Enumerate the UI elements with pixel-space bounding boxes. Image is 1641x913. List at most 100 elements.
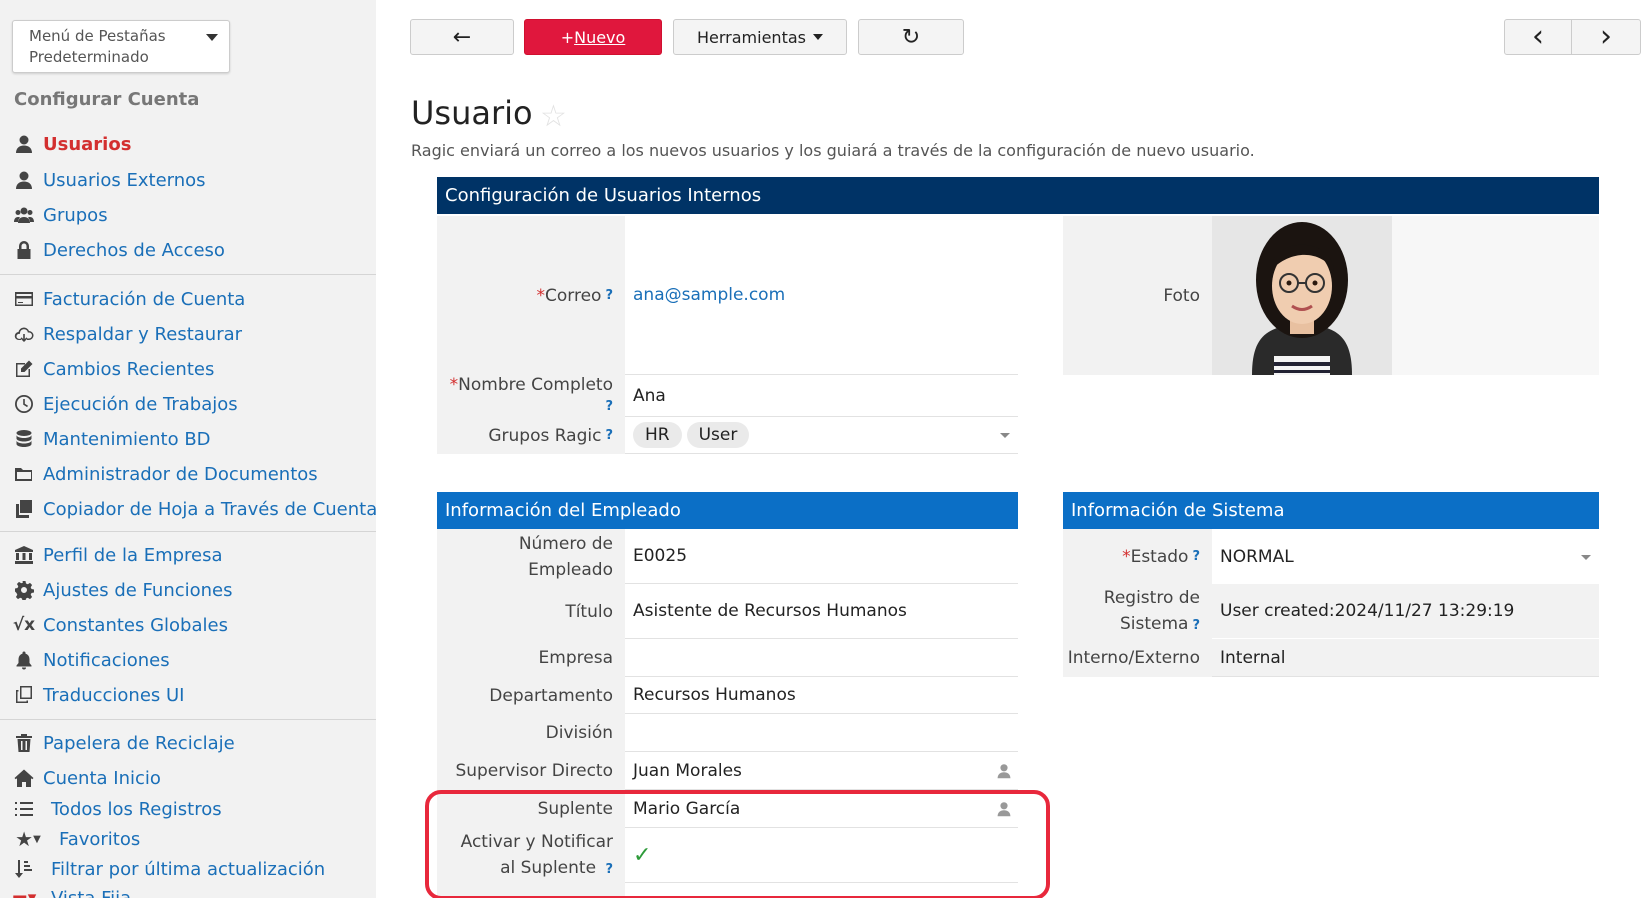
- back-button[interactable]: ←: [410, 19, 514, 55]
- internal-external-field: Internal: [1212, 639, 1599, 677]
- employee-number-field[interactable]: E0025: [625, 529, 1018, 584]
- caret-down-icon: [812, 34, 823, 40]
- groups-field[interactable]: HR User: [625, 417, 1018, 454]
- sidebar-item-facturacion[interactable]: Facturación de Cuenta: [13, 285, 245, 313]
- next-record-button[interactable]: ›: [1571, 19, 1641, 55]
- sidebar-item-notificaciones[interactable]: Notificaciones: [13, 646, 170, 674]
- sidebar-item-administrador-documentos[interactable]: Administrador de Documentos: [13, 460, 318, 488]
- sidebar-item-perfil-empresa[interactable]: Perfil de la Empresa: [13, 541, 223, 569]
- sidebar-item-filtrar-actualizacion[interactable]: Filtrar por última actualización: [13, 855, 325, 883]
- fullname-value[interactable]: Ana: [633, 386, 666, 406]
- sidebar-item-mantenimiento-bd[interactable]: Mantenimiento BD: [13, 425, 211, 453]
- sidebar-item-grupos[interactable]: Grupos: [13, 201, 108, 229]
- sidebar-item-label: Copiador de Hoja a Través de Cuenta: [43, 498, 376, 520]
- system-log-value: User created:2024/11/27 13:29:19: [1220, 601, 1515, 621]
- group-chip[interactable]: User: [686, 422, 750, 448]
- sidebar-item-label: Cuenta Inicio: [43, 767, 161, 789]
- chevron-right-icon: ›: [1600, 19, 1612, 54]
- caret-down-icon[interactable]: [1581, 554, 1591, 560]
- sidebar-item-cuenta-inicio[interactable]: Cuenta Inicio: [13, 764, 161, 792]
- division-label: División: [437, 714, 625, 752]
- sidebar-item-usuarios[interactable]: Usuarios: [13, 130, 131, 158]
- sidebar-item-label: Facturación de Cuenta: [43, 288, 246, 310]
- new-prefix: +: [560, 27, 575, 47]
- sidebar-item-vista-fija[interactable]: ▬▾ Vista Fija: [12, 884, 131, 899]
- cloud-download-icon: [13, 323, 35, 345]
- sidebar-item-copiador-hoja[interactable]: Copiador de Hoja a Través de Cuenta: [13, 495, 376, 523]
- sidebar-item-papelera[interactable]: Papelera de Reciclaje: [13, 729, 235, 757]
- photo-field-space: [1392, 216, 1599, 375]
- help-icon[interactable]: ?: [1192, 618, 1200, 633]
- sidebar-item-constantes-globales[interactable]: √x Constantes Globales: [13, 611, 228, 639]
- refresh-button[interactable]: ↻: [858, 19, 964, 55]
- sidebar-item-label: Administrador de Documentos: [43, 463, 318, 485]
- favorite-star-icon[interactable]: ☆: [540, 100, 567, 134]
- fullname-label-text: Nombre Completo: [458, 375, 613, 395]
- refresh-icon: ↻: [901, 24, 921, 50]
- sidebar-item-label: Papelera de Reciclaje: [43, 732, 235, 754]
- bell-icon: [13, 649, 35, 671]
- previous-record-button[interactable]: ‹: [1504, 19, 1572, 55]
- fullname-field[interactable]: Ana: [625, 375, 1018, 417]
- folder-icon: [13, 463, 35, 485]
- tools-dropdown-button[interactable]: Herramientas: [673, 19, 847, 55]
- list-icon: [13, 798, 35, 820]
- help-icon[interactable]: ?: [605, 399, 613, 414]
- sidebar-item-derechos-de-acceso[interactable]: Derechos de Acceso: [13, 236, 225, 264]
- database-icon: [13, 428, 35, 450]
- title-value[interactable]: Asistente de Recursos Humanos: [633, 601, 907, 621]
- supervisor-field[interactable]: Juan Morales: [625, 752, 1018, 790]
- title-field[interactable]: Asistente de Recursos Humanos: [625, 584, 1018, 639]
- sidebar-item-ajustes-funciones[interactable]: Ajustes de Funciones: [13, 576, 233, 604]
- sidebar-item-label: Notificaciones: [43, 649, 170, 671]
- edit-icon: [13, 358, 35, 380]
- employee-number-value[interactable]: E0025: [633, 546, 687, 566]
- portrait-image: [1212, 216, 1392, 375]
- sidebar-item-respaldar[interactable]: Respaldar y Restaurar: [13, 320, 242, 348]
- sidebar-item-label: Respaldar y Restaurar: [43, 323, 243, 345]
- new-record-button[interactable]: + Nuevo: [524, 19, 662, 55]
- lock-icon: [13, 239, 35, 261]
- user-picker-icon[interactable]: [996, 763, 1012, 779]
- help-icon[interactable]: ?: [605, 423, 613, 449]
- email-label: * Correo?: [437, 216, 625, 375]
- caret-down-icon[interactable]: [1000, 433, 1010, 438]
- status-value[interactable]: NORMAL: [1220, 547, 1294, 567]
- title-label: Título: [437, 584, 625, 639]
- home-icon: [13, 767, 35, 789]
- company-field[interactable]: [625, 639, 1018, 677]
- tab-menu-dropdown[interactable]: Menú de Pestañas Predeterminado: [12, 20, 230, 73]
- sidebar-item-ejecucion[interactable]: Ejecución de Trabajos: [13, 390, 238, 418]
- help-icon[interactable]: ?: [605, 283, 613, 309]
- user-photo[interactable]: [1212, 216, 1392, 375]
- sort-icon: [13, 858, 35, 880]
- group-chip[interactable]: HR: [633, 422, 682, 448]
- divider: [0, 531, 376, 532]
- user-icon: [13, 133, 35, 155]
- sidebar-item-usuarios-externos[interactable]: Usuarios Externos: [13, 166, 206, 194]
- department-field[interactable]: Recursos Humanos: [625, 677, 1018, 714]
- division-label-text: División: [545, 723, 613, 743]
- sidebar-item-label: Ejecución de Trabajos: [43, 393, 238, 415]
- star-filter-icon: ★ ▼: [15, 827, 41, 851]
- email-value[interactable]: ana@sample.com: [633, 285, 785, 305]
- fullname-label: *Nombre Completo?: [437, 375, 625, 417]
- division-field[interactable]: [625, 714, 1018, 752]
- help-icon[interactable]: ?: [1192, 544, 1200, 570]
- internal-external-label: Interno/Externo: [1063, 639, 1212, 677]
- credit-card-icon: [13, 288, 35, 310]
- sidebar-item-label: Cambios Recientes: [43, 358, 215, 380]
- department-value[interactable]: Recursos Humanos: [633, 685, 796, 705]
- status-select[interactable]: NORMAL: [1212, 529, 1599, 584]
- supervisor-value[interactable]: Juan Morales: [633, 761, 742, 781]
- email-field[interactable]: ana@sample.com: [625, 216, 1018, 375]
- sidebar-item-cambios-recientes[interactable]: Cambios Recientes: [13, 355, 214, 383]
- system-info-header: Información de Sistema: [1063, 492, 1599, 529]
- clone-icon: [13, 684, 35, 706]
- sidebar-item-todos-registros[interactable]: Todos los Registros: [13, 795, 222, 823]
- sidebar-item-traducciones[interactable]: Traducciones UI: [13, 681, 185, 709]
- gear-icon: [13, 579, 35, 601]
- sqrt-icon: √x: [12, 615, 36, 635]
- internal-external-value: Internal: [1220, 647, 1286, 668]
- sidebar-item-favoritos[interactable]: ★ ▼ Favoritos: [13, 825, 140, 853]
